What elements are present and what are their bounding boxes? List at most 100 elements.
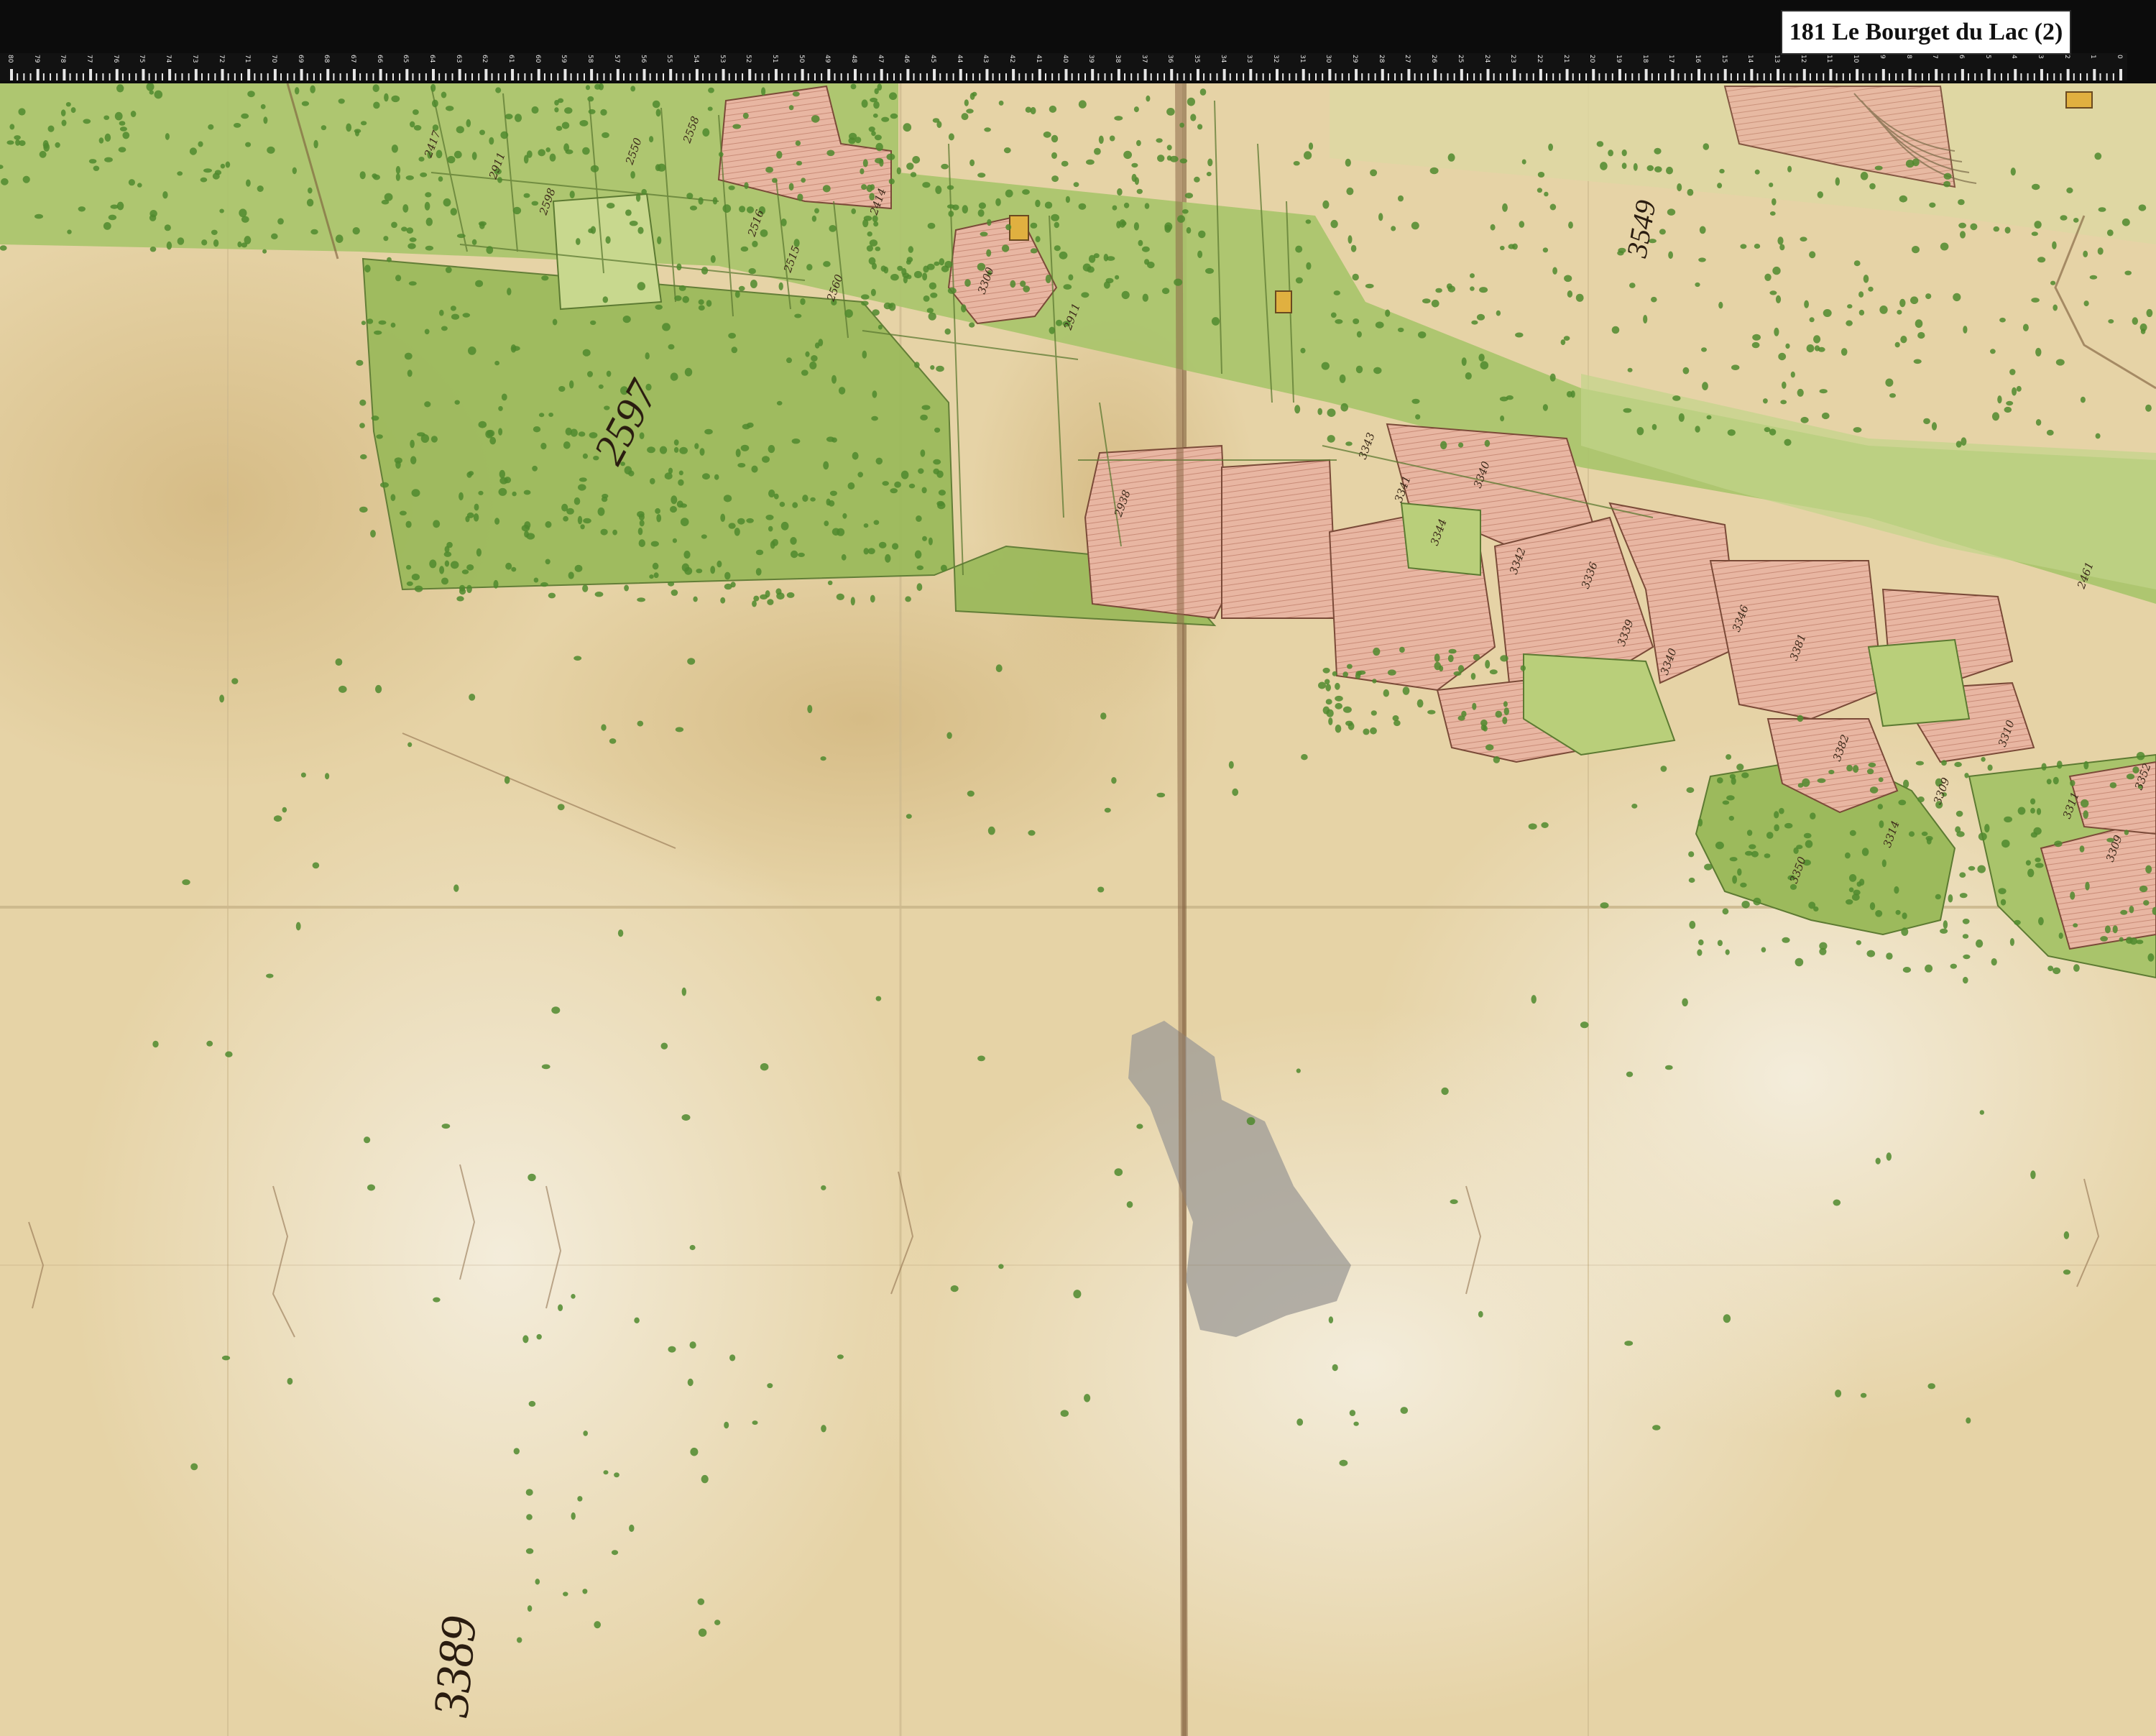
ruler-tick [148,73,150,81]
tree-dot [786,592,795,598]
ruler-number: 23 [1509,55,1517,63]
parcel-label-3389[interactable]: 3389 [423,1614,487,1719]
tree-dot [948,133,954,141]
tree-dot [531,201,539,206]
tree-dot [1729,773,1736,779]
ruler-tick [425,73,427,81]
tree-dot [471,152,477,160]
tree-dot [579,120,589,127]
cadastral-map[interactable]: 2417 2911 2598 2550 2558 2516 2515 2560 2414 3300… [0,0,2156,1736]
ruler-number: 37 [1140,55,1148,63]
meadow-parcel[interactable] [1867,638,1971,727]
tree-dot [637,511,645,518]
ruler-tick [642,69,646,81]
ruler-number: 39 [1087,55,1095,63]
tree-dot [964,279,971,287]
ruler-tick [906,69,910,81]
tree-dot [1921,831,1928,836]
tree-dot [439,566,445,574]
tree-dot [1698,939,1704,946]
tree-dot [1899,298,1906,308]
tree-dot [432,99,438,108]
tree-dot [1797,715,1804,722]
ruler-tick [728,73,730,81]
tree-dot [456,234,466,239]
map-canvas[interactable]: 2417291125982550255825162515256024143300… [0,0,2156,1736]
scanner-header-bar: 80 79 78 77 76 75 74 73 72 71 70 69 68 67 66 65 64 63 62 61… [0,0,2156,83]
tree-dot [1795,957,1804,967]
ruler-tick [2073,73,2075,81]
ruler-tick [1097,73,1100,81]
tree-dot [1480,724,1487,731]
tree-dot [597,507,605,516]
tree-dot [1646,165,1654,171]
ruler-tick [1968,73,1970,81]
tree-dot [1142,293,1149,302]
tree-dot [1123,150,1132,160]
tree-dot [1325,699,1332,705]
field-parcel[interactable] [1084,444,1230,620]
tree-dot [540,442,547,450]
tree-dot [1697,949,1703,956]
ruler-tick [557,73,559,81]
tree-dot [450,561,459,569]
ruler-tick [2040,69,2043,81]
tree-dot [824,520,829,526]
tree-dot [761,87,766,96]
tree-dot [166,241,172,250]
tree-dot [479,222,485,229]
tree-dot [883,266,889,274]
tree-dot [827,580,833,585]
tree-dot [359,171,366,180]
tree-dot [277,218,284,225]
tree-dot [1723,1314,1731,1323]
tree-dot [1030,222,1038,229]
field-parcel[interactable] [1221,459,1338,619]
ruler-tick [1071,73,1073,81]
ruler-number: 53 [718,55,726,63]
tree-dot [2035,863,2044,868]
tree-dot [395,460,401,469]
ruler-tick [326,69,330,81]
tree-dot [679,446,688,454]
tree-dot [2112,925,2118,934]
tree-dot [1636,427,1644,436]
ruler-tick [1657,73,1659,81]
tree-dot [1570,390,1575,398]
ruler-tick [1064,69,1068,81]
tree-dot [1979,1110,1984,1115]
meadow-parcel[interactable] [552,193,663,311]
ruler-number: 74 [165,55,172,63]
tree-dot [582,584,589,592]
tree-dot [436,150,443,159]
tree-dot [1348,235,1353,244]
tree-dot [707,106,713,111]
tree-dot [387,257,392,262]
tree-dot [1211,317,1220,326]
tree-dot [1689,921,1696,929]
tree-dot [507,288,512,295]
map-title-label: 181 Le Bourget du Lac (2) [1781,10,2071,55]
tree-dot [850,83,857,90]
tree-dot [535,1579,540,1585]
tree-dot [773,493,779,500]
ruler-tick [1697,69,1700,81]
tree-dot [687,1378,694,1387]
tree-dot [1809,317,1815,323]
tree-dot [2004,406,2012,413]
ruler-tick [1229,73,1231,81]
tree-dot [867,548,875,554]
ruler-number: 20 [1588,55,1596,63]
tree-dot [399,510,407,516]
ruler-tick [1743,73,1746,81]
tree-dot [1073,182,1079,188]
tree-dot [1751,341,1760,349]
tree-dot [655,508,660,514]
tree-dot [710,255,716,263]
tree-dot [404,352,413,360]
ruler-tick [596,73,599,81]
tree-dot [104,133,111,142]
tree-dot [1161,288,1170,295]
ruler-tick [247,69,251,81]
tree-dot [1458,442,1464,448]
